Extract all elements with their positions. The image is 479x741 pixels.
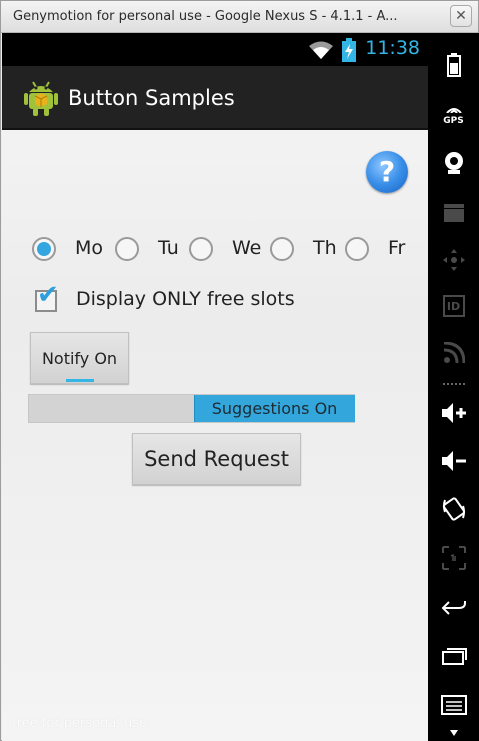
help-icon[interactable]: ? (366, 151, 408, 193)
send-request-label: Send Request (144, 447, 289, 471)
volume-down-icon[interactable] (428, 441, 479, 481)
notify-toggle-button[interactable]: Notify On (30, 332, 129, 384)
gps-icon[interactable]: GPS (428, 95, 479, 135)
watermark-text: free for personal use (12, 716, 148, 731)
gps-text: GPS (443, 115, 464, 126)
radio-label: Mo (75, 237, 104, 259)
scale-icon[interactable] (428, 538, 479, 578)
recent-apps-icon[interactable] (428, 636, 479, 676)
dpad-icon[interactable] (428, 240, 479, 280)
checkmark-icon: ✔ (37, 280, 59, 310)
android-screen: 11:38 Button Samples ? Mo Tu We Th Fr ✔ … (2, 33, 428, 741)
radio-label: We (232, 237, 262, 259)
emulator-window: Genymotion for personal use - Google Nex… (0, 0, 479, 741)
radio-button-circle[interactable] (189, 237, 213, 261)
scroll-down-arrow-icon[interactable] (450, 730, 458, 736)
radio-button-circle[interactable] (115, 237, 139, 261)
checkbox-label: Display ONLY free slots (76, 288, 295, 310)
emulator-sidebar: GPS ID (428, 33, 479, 741)
gps-label: GPS (443, 105, 464, 126)
id-icon[interactable]: ID (428, 286, 479, 326)
back-icon[interactable] (428, 588, 479, 628)
toggle-on-indicator (66, 379, 94, 382)
app-title: Button Samples (68, 86, 235, 110)
clock: 11:38 (365, 37, 420, 59)
volume-up-icon[interactable] (428, 393, 479, 433)
radio-label: Th (313, 237, 337, 259)
camera-icon[interactable] (428, 143, 479, 183)
suggestions-switch[interactable]: Suggestions On (28, 394, 355, 423)
radio-button-circle[interactable] (32, 237, 56, 261)
wifi-icon (309, 41, 333, 59)
radio-label: Tu (158, 237, 179, 259)
toggle-label: Notify On (41, 349, 118, 368)
switch-label: Suggestions On (211, 399, 338, 418)
battery-charging-icon (342, 38, 356, 62)
window-title: Genymotion for personal use - Google Nex… (13, 9, 398, 24)
cast-icon[interactable] (428, 333, 479, 373)
window-titlebar[interactable]: Genymotion for personal use - Google Nex… (1, 1, 478, 33)
send-request-button[interactable]: Send Request (132, 433, 301, 485)
id-text: ID (446, 299, 461, 313)
separator (443, 383, 465, 387)
radio-button-circle[interactable] (345, 237, 369, 261)
status-bar: 11:38 (2, 33, 428, 66)
menu-icon[interactable] (428, 685, 479, 725)
close-window-button[interactable]: ✕ (450, 5, 472, 27)
battery-icon[interactable] (428, 45, 479, 85)
video-icon[interactable] (428, 193, 479, 233)
radio-button-circle[interactable] (270, 237, 294, 261)
action-bar: Button Samples (2, 66, 428, 130)
rotate-icon[interactable] (428, 489, 479, 529)
radio-label: Fr (388, 237, 406, 259)
android-app-icon[interactable] (24, 78, 58, 116)
